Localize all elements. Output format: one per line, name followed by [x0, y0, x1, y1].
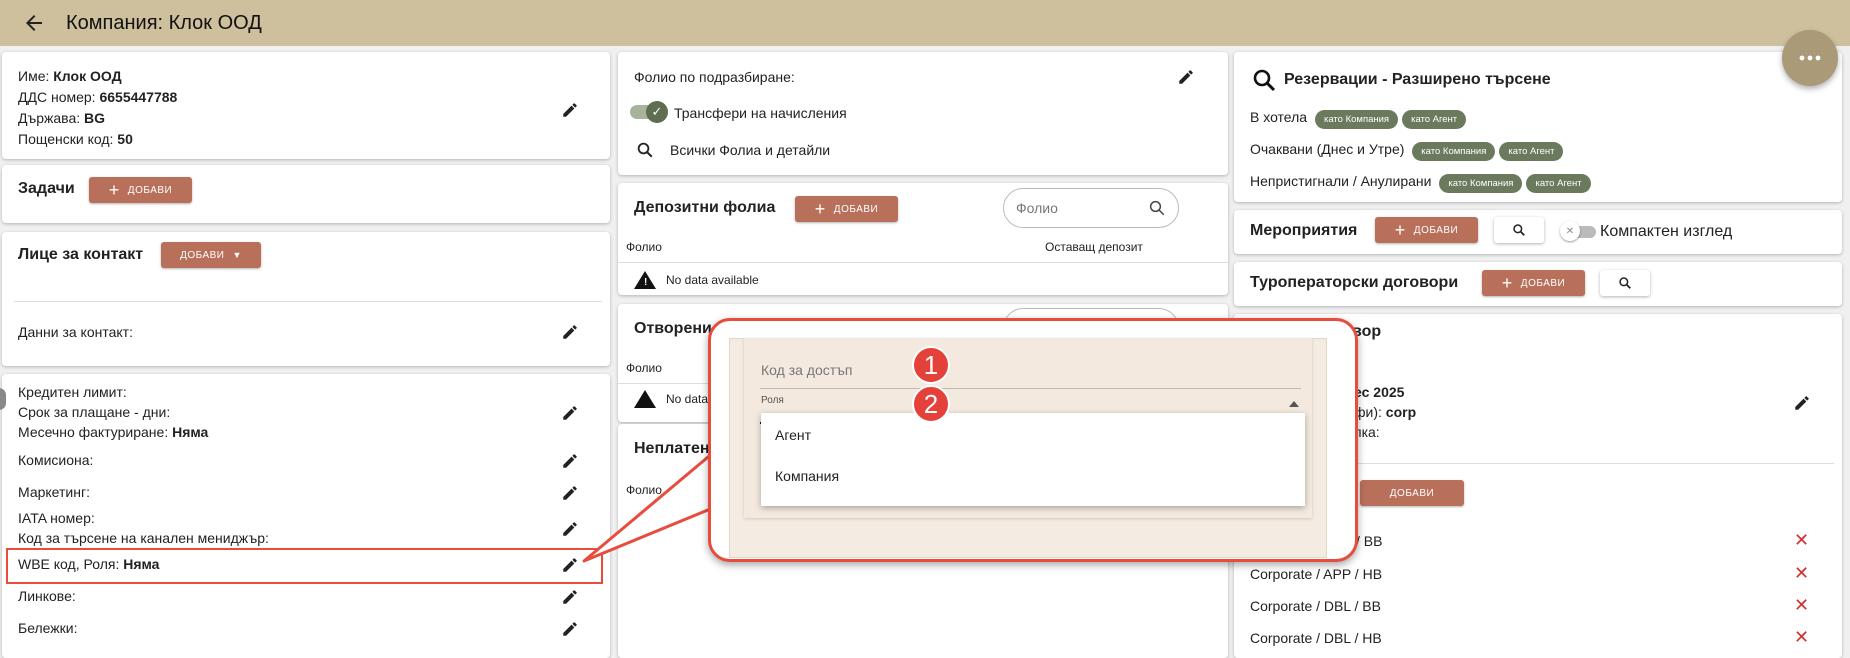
caret-up-icon[interactable]	[1289, 401, 1299, 407]
role-option-company[interactable]: Компания	[775, 468, 839, 484]
role-label: Роля	[761, 395, 784, 406]
step-badge-2: 2	[912, 385, 950, 423]
zoom-callout: Код за достъп Роля Агент Компания 1 2	[708, 318, 1358, 562]
access-code-underline	[760, 388, 1301, 389]
step-badge-1: 1	[912, 346, 950, 384]
role-option-agent[interactable]: Агент	[775, 427, 811, 443]
access-code-placeholder[interactable]: Код за достъп	[761, 362, 853, 378]
role-options-menu: Агент Компания	[761, 413, 1305, 506]
